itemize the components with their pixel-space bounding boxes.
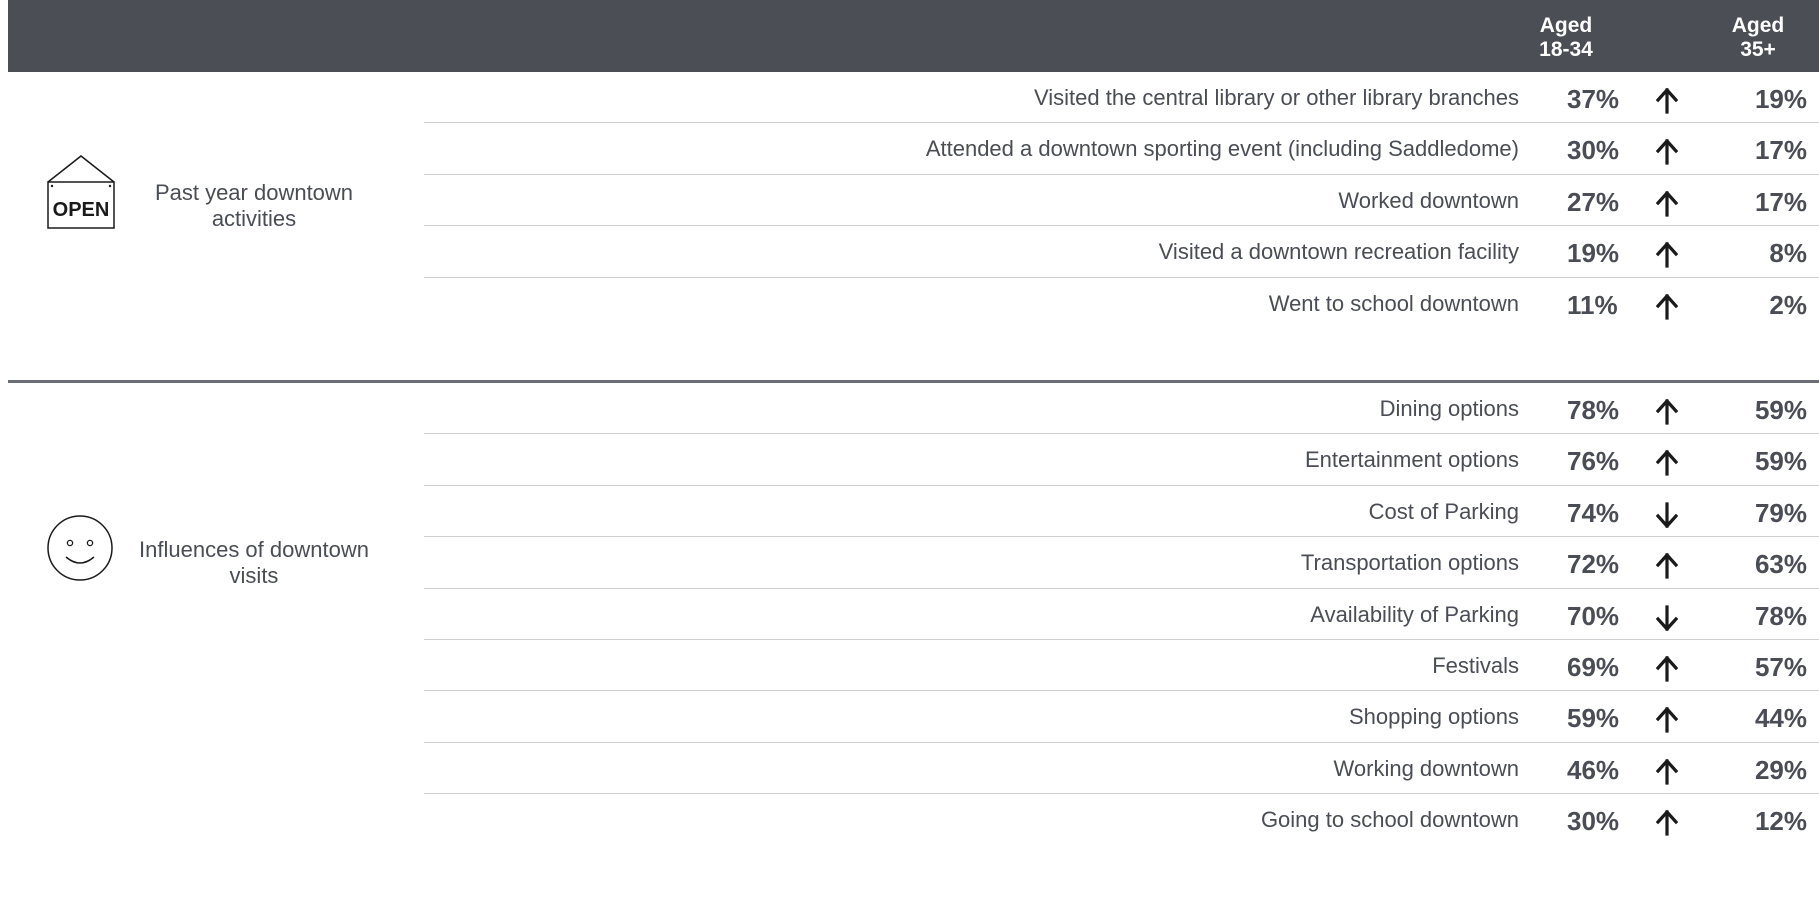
arrow-down-icon (1656, 502, 1678, 528)
arrow-up-icon (1656, 707, 1678, 733)
value-aged-18-34: 70% (1567, 600, 1620, 631)
table-row: Entertainment options 76% 59% (424, 434, 1819, 486)
row-label: Transportation options (1300, 550, 1519, 576)
row-label: Working downtown (1333, 755, 1519, 781)
row-label: Went to school downtown (1268, 290, 1519, 316)
value-aged-18-34: 78% (1567, 395, 1620, 425)
row-label: Cost of Parking (1368, 498, 1519, 524)
table-header: Aged 18-34 Aged 35+ (8, 0, 1819, 72)
table-row: Availability of Parking 70% 78% (424, 589, 1819, 640)
column-header-aged-18-34: Aged 18-34 (1521, 14, 1611, 62)
value-aged-18-34: 72% (1567, 549, 1620, 580)
value-aged-35-plus: 59% (1754, 446, 1807, 477)
arrow-up-icon (1656, 242, 1678, 268)
row-label: Availability of Parking (1310, 601, 1519, 627)
arrow-up-icon (1656, 293, 1678, 320)
row-label: Entertainment options (1304, 447, 1519, 473)
arrow-up-icon (1656, 810, 1678, 836)
value-aged-18-34: 37% (1567, 84, 1620, 114)
row-label: Dining options (1379, 396, 1519, 421)
row-label: Attended a downtown sporting event (incl… (925, 136, 1519, 162)
arrow-up-icon (1656, 399, 1678, 425)
table-row: Shopping options 59% 44% (424, 691, 1819, 743)
value-aged-18-34: 74% (1567, 497, 1620, 528)
value-aged-18-34: 27% (1567, 186, 1620, 217)
arrow-up-icon (1656, 656, 1678, 682)
value-aged-35-plus: 57% (1754, 652, 1807, 682)
smiley-face-icon (47, 515, 113, 581)
row-label: Visited the central library or other lib… (1033, 85, 1519, 110)
value-aged-35-plus: 17% (1754, 186, 1807, 217)
column-header-line: 35+ (1740, 38, 1776, 61)
value-aged-18-34: 46% (1567, 754, 1620, 785)
arrow-up-icon (1656, 88, 1678, 114)
table-row: Festivals 69% 57% (424, 640, 1819, 692)
column-header-line: Aged (1539, 14, 1593, 37)
table-row: Visited the central library or other lib… (424, 72, 1819, 124)
table-row: Going to school downtown 30% 12% (424, 794, 1819, 845)
row-label: Worked downtown (1338, 187, 1519, 213)
arrow-down-icon (1656, 604, 1678, 631)
arrow-up-icon (1656, 450, 1678, 476)
value-aged-18-34: 76% (1567, 446, 1620, 477)
value-aged-18-34: 11% (1567, 289, 1618, 320)
value-aged-35-plus: 8% (1769, 238, 1807, 269)
value-aged-18-34: 30% (1567, 135, 1620, 166)
row-label: Visited a downtown recreation facility (1158, 239, 1519, 265)
column-header-line: 18-34 (1539, 38, 1593, 61)
arrow-up-icon (1656, 139, 1678, 165)
table-row: Transportation options 72% 63% (424, 537, 1819, 589)
table-row: Attended a downtown sporting event (incl… (424, 123, 1819, 175)
value-aged-35-plus: 63% (1754, 549, 1807, 580)
table-row: Cost of Parking 74% 79% (424, 486, 1819, 538)
value-aged-35-plus: 59% (1754, 395, 1807, 425)
column-header-line: Aged (1731, 14, 1785, 37)
section-label-past-year-activities: Past year downtown activities (154, 180, 354, 231)
column-header-aged-35-plus: Aged 35+ (1713, 14, 1803, 62)
value-aged-18-34: 30% (1567, 806, 1620, 837)
section-label-influences: Influences of downtown visits (139, 537, 369, 588)
value-aged-18-34: 19% (1567, 238, 1620, 269)
value-aged-35-plus: 44% (1754, 703, 1807, 734)
arrow-up-icon (1656, 553, 1678, 579)
open-sign-icon: OPEN (47, 155, 115, 229)
arrow-up-icon (1656, 190, 1678, 217)
value-aged-18-34: 59% (1567, 703, 1620, 734)
table-row: Working downtown 46% 29% (424, 743, 1819, 795)
open-sign-text: OPEN (53, 199, 110, 221)
value-aged-35-plus: 17% (1754, 135, 1807, 166)
row-label: Festivals (1432, 653, 1519, 678)
table-row: Worked downtown 27% 17% (424, 175, 1819, 227)
value-aged-35-plus: 79% (1754, 497, 1807, 528)
value-aged-35-plus: 2% (1769, 289, 1807, 320)
value-aged-35-plus: 29% (1754, 754, 1807, 785)
arrow-up-icon (1656, 758, 1678, 785)
table-row: Visited a downtown recreation facility 19… (424, 226, 1819, 278)
value-aged-35-plus: 12% (1754, 806, 1807, 837)
table-row: Went to school downtown 11% 2% (424, 278, 1819, 329)
value-aged-35-plus: 78% (1754, 600, 1807, 631)
value-aged-18-34: 69% (1567, 652, 1620, 682)
row-label: Going to school downtown (1260, 807, 1519, 833)
row-label: Shopping options (1348, 704, 1519, 730)
value-aged-35-plus: 19% (1754, 84, 1807, 114)
table-row: Dining options 78% 59% (424, 383, 1819, 435)
